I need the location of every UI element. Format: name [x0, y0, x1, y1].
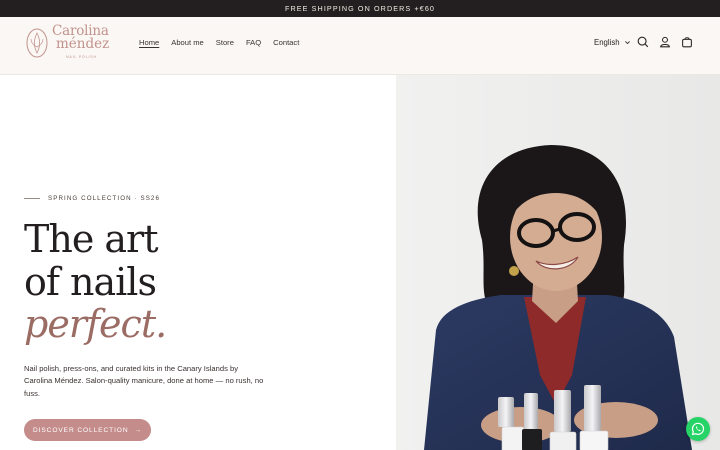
account-icon[interactable]	[658, 35, 672, 49]
nav-item-about-me[interactable]: About me	[171, 38, 204, 47]
logo-wordmark: Carolina méndez	[52, 24, 122, 52]
nav-item-home[interactable]: Home	[139, 38, 159, 47]
cta-label: DISCOVER COLLECTION	[32, 426, 129, 434]
hero-title-line2: of nails	[24, 260, 157, 304]
discover-collection-button[interactable]: DISCOVER COLLECTION →	[24, 419, 151, 441]
eyebrow-divider	[24, 198, 40, 199]
whatsapp-icon	[691, 422, 705, 436]
hero-photo	[396, 75, 720, 450]
announcement-bar: FREE SHIPPING ON ORDERS +€60	[0, 0, 720, 17]
logo-line2: méndez	[56, 36, 110, 52]
logo[interactable]: Carolina méndez NAIL POLISH	[24, 24, 124, 65]
hero-title-line1: The art	[24, 217, 158, 261]
hero-description: Nail polish, press-ons, and curated kits…	[24, 364, 264, 398]
language-selector[interactable]: English	[594, 38, 631, 47]
logo-emblem-icon	[26, 28, 48, 58]
eyebrow-text: SPRING COLLECTION · SS26	[48, 195, 161, 202]
cart-icon[interactable]	[680, 35, 694, 49]
chevron-down-icon	[624, 41, 630, 45]
hero-eyebrow: SPRING COLLECTION · SS26	[24, 195, 160, 202]
arrow-right-icon: →	[134, 426, 142, 434]
announcement-text: FREE SHIPPING ON ORDERS +€60	[284, 4, 436, 13]
whatsapp-chat-button[interactable]	[686, 417, 710, 441]
logo-tagline: NAIL POLISH	[66, 55, 97, 59]
hero-photo-illustration	[396, 75, 720, 450]
nav-item-contact[interactable]: Contact	[273, 38, 299, 47]
main-nav: Home About me Store FAQ Contact	[139, 38, 299, 47]
language-label: English	[594, 38, 620, 47]
nav-item-store[interactable]: Store	[216, 38, 234, 47]
nav-item-faq[interactable]: FAQ	[246, 38, 261, 47]
site-header: Carolina méndez NAIL POLISH Home About m…	[0, 17, 720, 75]
hero-title-line3: perfect.	[24, 302, 167, 346]
search-icon[interactable]	[636, 35, 650, 49]
